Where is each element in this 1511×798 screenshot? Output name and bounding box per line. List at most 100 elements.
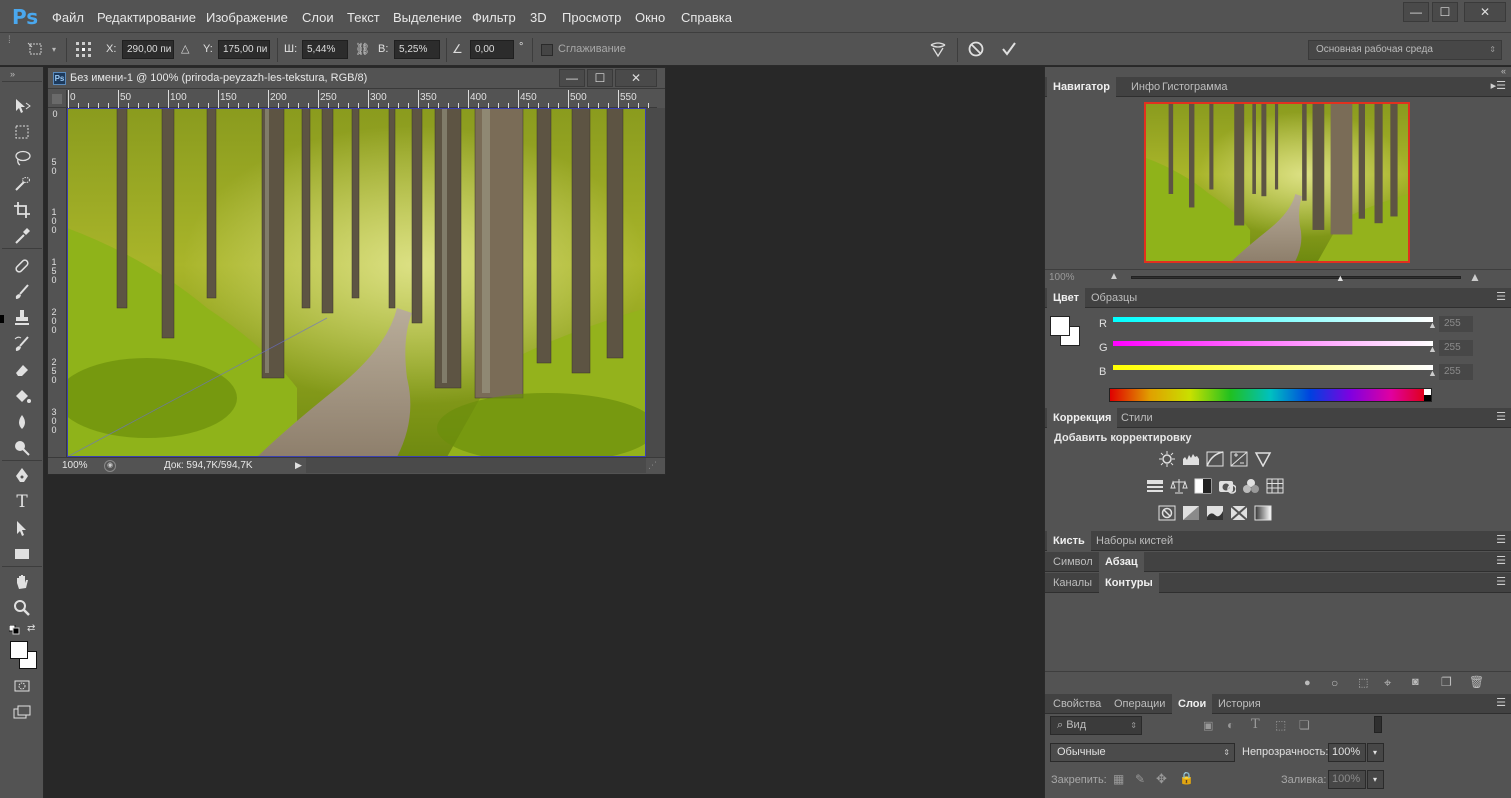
layer-filter-select[interactable]: ⌕ Вид ⇕	[1050, 716, 1142, 735]
status-info-icon[interactable]: ◉	[104, 460, 116, 472]
filter-toggle-switch[interactable]	[1374, 716, 1382, 733]
menu-filter[interactable]: Фильтр	[472, 10, 516, 25]
curves-icon[interactable]	[1206, 451, 1224, 467]
paint-bucket-tool-icon[interactable]	[8, 385, 36, 407]
collapse-toolbar-icon[interactable]: »	[10, 69, 15, 79]
swap-colors-icon[interactable]: ⇄	[27, 623, 35, 634]
panel-menu-icon[interactable]: ▸☰	[1491, 81, 1506, 92]
doc-minimize-button[interactable]: —	[559, 69, 585, 87]
history-brush-tool-icon[interactable]	[8, 333, 36, 355]
document-title-bar[interactable]: Ps Без имени-1 @ 100% (priroda-peyzazh-l…	[48, 68, 665, 89]
doc-maximize-button[interactable]: ☐	[587, 69, 613, 87]
foreground-color-swatch[interactable]	[10, 641, 28, 659]
clone-stamp-tool-icon[interactable]	[8, 307, 36, 329]
color-lookup-icon[interactable]	[1266, 478, 1284, 494]
spectrum-black[interactable]	[1424, 395, 1431, 401]
healing-brush-tool-icon[interactable]	[8, 255, 36, 277]
menu-help[interactable]: Справка	[681, 10, 732, 25]
invert-icon[interactable]	[1158, 505, 1176, 521]
ruler-origin[interactable]	[48, 90, 67, 108]
color-swatches-panel[interactable]	[1050, 316, 1082, 348]
g-value-input[interactable]: 255	[1439, 340, 1473, 356]
panel-menu-icon[interactable]: ☰	[1496, 577, 1506, 588]
black-white-icon[interactable]	[1194, 478, 1212, 494]
resize-grip-icon[interactable]: ⋰	[648, 460, 657, 471]
marquee-tool-icon[interactable]	[8, 121, 36, 143]
opacity-input[interactable]: 100%	[1328, 743, 1366, 762]
new-path-icon[interactable]: ❐	[1441, 675, 1452, 689]
panel-menu-icon[interactable]: ☰	[1496, 698, 1506, 709]
filter-smart-object-icon[interactable]: ❏	[1299, 718, 1310, 732]
tab-color[interactable]: Цвет	[1047, 288, 1086, 308]
menu-3d[interactable]: 3D	[530, 10, 547, 25]
menu-window[interactable]: Окно	[635, 10, 665, 25]
workspace-select[interactable]: Основная рабочая среда ⇕	[1308, 40, 1502, 60]
x-input[interactable]: 290,00 пи	[122, 40, 174, 59]
filter-pixel-icon[interactable]: ▣	[1203, 719, 1213, 732]
menu-edit[interactable]: Редактирование	[97, 10, 196, 25]
navigator-preview[interactable]	[1144, 102, 1410, 263]
pen-tool-icon[interactable]	[8, 465, 36, 487]
smoothing-checkbox[interactable]	[541, 44, 553, 56]
b-value-input[interactable]: 255	[1439, 364, 1473, 380]
r-value-input[interactable]: 255	[1439, 316, 1473, 332]
make-work-path-icon[interactable]: ⌖	[1384, 675, 1391, 691]
tab-actions[interactable]: Операции	[1108, 694, 1171, 714]
zoom-in-icon[interactable]: ▲	[1469, 270, 1481, 284]
app-close-button[interactable]: ✕	[1464, 2, 1506, 22]
b-slider[interactable]	[1113, 365, 1433, 370]
menu-layers[interactable]: Слои	[302, 10, 334, 25]
lock-transparent-icon[interactable]: ▦	[1113, 772, 1124, 786]
quick-selection-tool-icon[interactable]	[8, 173, 36, 195]
filter-shape-icon[interactable]: ⬚	[1275, 718, 1286, 732]
lasso-tool-icon[interactable]	[8, 147, 36, 169]
tab-history[interactable]: История	[1212, 694, 1267, 714]
lock-image-icon[interactable]: ✎	[1135, 772, 1145, 786]
foreground-color-swatch[interactable]	[1050, 316, 1070, 336]
tab-properties[interactable]: Свойства	[1047, 694, 1107, 714]
panel-menu-icon[interactable]: ☰	[1496, 556, 1506, 567]
menu-view[interactable]: Просмотр	[562, 10, 621, 25]
eraser-tool-icon[interactable]	[8, 359, 36, 381]
color-swatches[interactable]	[10, 641, 38, 669]
menu-file[interactable]: Файл	[52, 10, 84, 25]
angle-input[interactable]: 0,00	[470, 40, 514, 59]
status-menu-arrow-icon[interactable]: ▶	[295, 460, 302, 471]
add-mask-icon[interactable]: ◙	[1412, 676, 1419, 688]
panel-menu-icon[interactable]: ☰	[1496, 535, 1506, 546]
horizontal-scroll-track[interactable]	[306, 458, 646, 473]
brightness-contrast-icon[interactable]	[1158, 451, 1176, 467]
tab-correction[interactable]: Коррекция	[1047, 408, 1118, 428]
lock-position-icon[interactable]: ✥	[1156, 771, 1167, 787]
doc-close-button[interactable]: ✕	[615, 69, 657, 87]
width-input[interactable]: 5,44%	[302, 40, 348, 59]
tab-brush[interactable]: Кисть	[1047, 531, 1091, 551]
levels-icon[interactable]	[1182, 451, 1200, 467]
vertical-scroll-track[interactable]	[646, 108, 665, 457]
height-input[interactable]: 5,25%	[394, 40, 440, 59]
menu-image[interactable]: Изображение	[206, 10, 288, 25]
tool-preset-dropdown-icon[interactable]: ▾	[52, 45, 56, 54]
tab-navigator[interactable]: Навигатор	[1047, 77, 1116, 97]
reference-point-icon[interactable]	[75, 41, 93, 59]
move-tool-icon[interactable]	[8, 95, 36, 117]
selective-color-icon[interactable]	[1230, 505, 1248, 521]
tab-character[interactable]: Символ	[1047, 552, 1099, 572]
document-canvas[interactable]	[67, 108, 646, 457]
g-slider-thumb[interactable]: ▲	[1428, 344, 1437, 354]
fill-dropdown-icon[interactable]: ▾	[1367, 770, 1384, 789]
threshold-icon[interactable]	[1206, 505, 1224, 521]
panel-menu-icon[interactable]: ☰	[1496, 412, 1506, 423]
channel-mixer-icon[interactable]	[1242, 478, 1260, 494]
lock-all-icon[interactable]: 🔒	[1179, 771, 1194, 785]
collapse-panels-icon[interactable]: «	[1501, 66, 1506, 76]
screen-mode-icon[interactable]	[8, 701, 36, 723]
vibrance-icon[interactable]	[1254, 451, 1272, 468]
transform-tool-icon[interactable]	[26, 41, 46, 57]
panel-menu-icon[interactable]: ☰	[1496, 292, 1506, 303]
zoom-tool-icon[interactable]	[8, 597, 36, 619]
tab-paths[interactable]: Контуры	[1099, 573, 1159, 593]
color-spectrum-bar[interactable]	[1109, 388, 1432, 402]
fill-path-icon[interactable]: ●	[1304, 677, 1311, 689]
navigator-zoom-value[interactable]: 100%	[1049, 272, 1075, 283]
